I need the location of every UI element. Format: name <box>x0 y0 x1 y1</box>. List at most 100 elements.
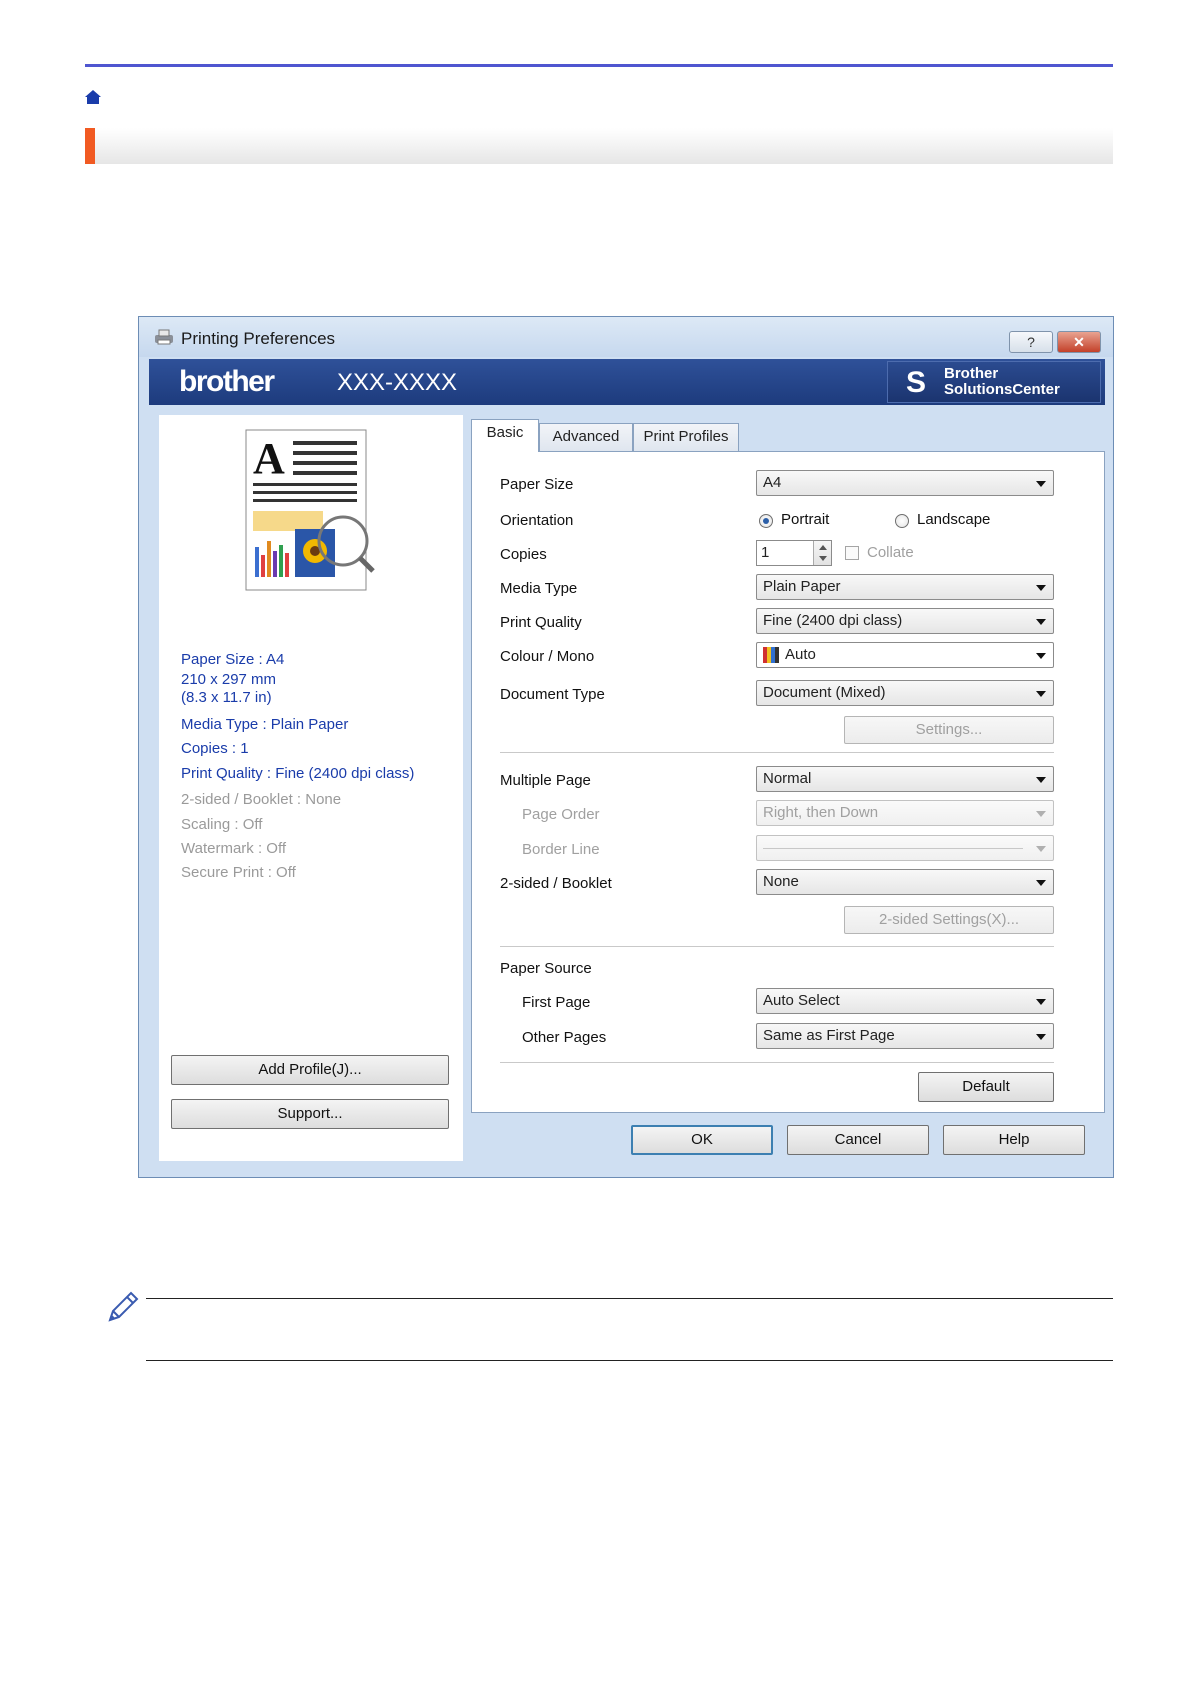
first-page-value: Auto Select <box>763 992 840 1009</box>
page-order-value: Right, then Down <box>763 804 879 821</box>
model-name: XXX-XXXX <box>337 369 458 396</box>
support-button[interactable]: Support... <box>171 1099 449 1129</box>
close-button[interactable]: ✕ <box>1057 331 1101 353</box>
printer-icon <box>155 329 173 345</box>
pencil-icon <box>108 1291 139 1322</box>
portrait-label: Portrait <box>781 511 830 528</box>
section-header <box>85 128 1113 164</box>
window-title: Printing Preferences <box>181 329 336 348</box>
svg-text:A: A <box>253 434 285 483</box>
page-order-dropdown[interactable]: Right, then Down <box>756 800 1054 826</box>
print-quality-dropdown[interactable]: Fine (2400 dpi class) <box>756 608 1054 634</box>
document-type-value: Document (Mixed) <box>763 684 886 701</box>
print-quality-label: Print Quality <box>500 614 582 631</box>
chevron-down-icon <box>1036 1034 1046 1040</box>
note-bottom-rule <box>146 1360 1113 1361</box>
collate-checkbox[interactable] <box>845 546 859 560</box>
other-pages-value: Same as First Page <box>763 1027 895 1044</box>
home-icon[interactable] <box>84 88 102 106</box>
print-quality-value: Fine (2400 dpi class) <box>763 612 903 629</box>
solutions-center-label: Brother SolutionsCenter <box>944 365 1060 398</box>
settings-summary-panel: A Paper Size : A4 210 x 297 mm (8.3 x 11… <box>159 415 463 1161</box>
copies-value: 1 <box>761 544 770 561</box>
document-type-label: Document Type <box>500 686 605 703</box>
chevron-down-icon <box>1036 481 1046 487</box>
two-sided-label: 2-sided / Booklet <box>500 875 612 892</box>
other-pages-dropdown[interactable]: Same as First Page <box>756 1023 1054 1049</box>
colour-mono-dropdown[interactable]: Auto <box>756 642 1054 668</box>
ok-button[interactable]: OK <box>631 1125 773 1155</box>
separator <box>500 946 1054 947</box>
copies-stepper[interactable]: 1 <box>756 540 832 566</box>
document-type-dropdown[interactable]: Document (Mixed) <box>756 680 1054 706</box>
solutions-center-button[interactable]: S Brother SolutionsCenter <box>887 361 1101 403</box>
tab-print-profiles[interactable]: Print Profiles <box>633 423 739 451</box>
settings-summary: Paper Size : A4 210 x 297 mm (8.3 x 11.7… <box>181 649 461 885</box>
two-sided-value: None <box>763 873 799 890</box>
border-line-dropdown[interactable] <box>756 835 1054 861</box>
brother-logo: brother <box>179 365 275 398</box>
colour-mono-label: Colour / Mono <box>500 648 595 665</box>
collate-label: Collate <box>867 544 914 561</box>
summary-print-quality: Print Quality : Fine (2400 dpi class) <box>181 765 415 782</box>
summary-two-sided: 2-sided / Booklet : None <box>181 791 342 808</box>
spin-arrows-icon[interactable] <box>813 541 831 565</box>
header-accent <box>85 128 95 164</box>
top-rule <box>85 64 1113 67</box>
copies-label: Copies <box>500 546 547 563</box>
summary-watermark: Watermark : Off <box>181 840 287 857</box>
chevron-down-icon <box>1036 811 1046 817</box>
summary-scaling: Scaling : Off <box>181 816 263 833</box>
summary-secure-print: Secure Print : Off <box>181 864 296 881</box>
tab-area: Basic Advanced Print Profiles Paper Size… <box>471 415 1105 1115</box>
chevron-down-icon <box>1036 585 1046 591</box>
landscape-label: Landscape <box>917 511 991 528</box>
solutions-center-icon: S <box>906 366 927 399</box>
paper-source-label: Paper Source <box>500 960 592 977</box>
basic-tab-panel: Paper Size A4 Orientation Portrait Lands… <box>471 451 1105 1113</box>
border-line-label: Border Line <box>522 841 600 858</box>
chevron-down-icon <box>1036 777 1046 783</box>
media-type-value: Plain Paper <box>763 578 841 595</box>
default-button[interactable]: Default <box>918 1072 1054 1102</box>
other-pages-label: Other Pages <box>522 1029 607 1046</box>
multiple-page-dropdown[interactable]: Normal <box>756 766 1054 792</box>
two-sided-settings-button[interactable]: 2-sided Settings(X)... <box>844 906 1054 934</box>
media-type-dropdown[interactable]: Plain Paper <box>756 574 1054 600</box>
page-order-label: Page Order <box>522 806 600 823</box>
tab-advanced[interactable]: Advanced <box>539 423 633 451</box>
add-profile-button[interactable]: Add Profile(J)... <box>171 1055 449 1085</box>
first-page-dropdown[interactable]: Auto Select <box>756 988 1054 1014</box>
chevron-down-icon <box>1036 846 1046 852</box>
chevron-down-icon <box>1036 999 1046 1005</box>
multiple-page-label: Multiple Page <box>500 772 591 789</box>
border-line-sample <box>763 848 1023 849</box>
chevron-down-icon <box>1036 653 1046 659</box>
separator <box>500 1062 1054 1063</box>
paper-size-label: Paper Size <box>500 476 574 493</box>
summary-paper-mm: 210 x 297 mm <box>181 671 277 688</box>
paper-size-dropdown[interactable]: A4 <box>756 470 1054 496</box>
two-sided-dropdown[interactable]: None <box>756 869 1054 895</box>
summary-paper-in: (8.3 x 11.7 in) <box>181 689 272 706</box>
brand-banner: brother XXX-XXXX S Brother SolutionsCent… <box>149 359 1105 405</box>
summary-paper-size: Paper Size : A4 <box>181 651 285 668</box>
paper-size-value: A4 <box>763 474 782 491</box>
page-preview-image: A <box>245 429 375 591</box>
landscape-radio[interactable] <box>895 514 909 528</box>
help-button[interactable]: Help <box>943 1125 1085 1155</box>
media-type-label: Media Type <box>500 580 578 597</box>
help-title-button[interactable]: ? <box>1009 331 1053 353</box>
summary-copies: Copies : 1 <box>181 740 249 757</box>
colour-mono-value: Auto <box>785 646 816 663</box>
chevron-down-icon <box>1036 619 1046 625</box>
portrait-radio[interactable] <box>759 514 773 528</box>
title-bar: Printing Preferences ? ✕ <box>139 317 1113 357</box>
tab-basic[interactable]: Basic <box>471 419 539 452</box>
settings-button[interactable]: Settings... <box>844 716 1054 744</box>
chevron-down-icon <box>1036 691 1046 697</box>
cancel-button[interactable]: Cancel <box>787 1125 929 1155</box>
printing-preferences-dialog: Printing Preferences ? ✕ brother XXX-XXX… <box>138 316 1114 1178</box>
chevron-down-icon <box>1036 880 1046 886</box>
colour-icon <box>763 647 779 663</box>
